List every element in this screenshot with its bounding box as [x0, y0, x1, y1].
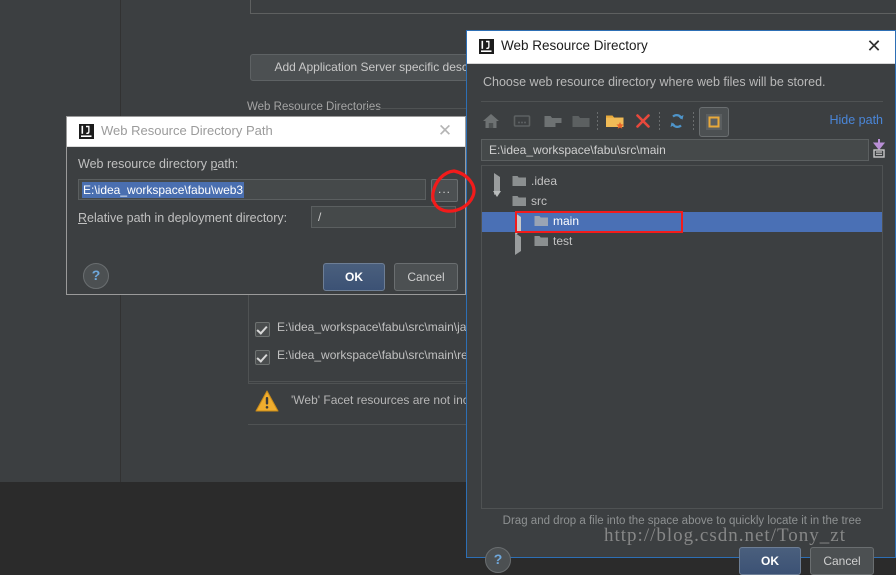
cancel-button[interactable]: Cancel	[810, 547, 874, 575]
dialog-description: Choose web resource directory where web …	[483, 75, 826, 89]
path-input-value: E:\idea_workspace\fabu\src\main	[489, 143, 666, 157]
browse-button[interactable]: ...	[431, 179, 458, 202]
delete-icon[interactable]	[631, 109, 655, 133]
show-hidden-files-icon[interactable]	[699, 107, 729, 137]
web-resource-directories-section-label: Web Resource Directories	[247, 101, 382, 113]
tree-node-main[interactable]: main	[482, 211, 882, 235]
warning-triangle-icon	[255, 390, 279, 412]
chevron-right-icon[interactable]	[494, 173, 503, 195]
red-highlight-annotation	[515, 211, 683, 233]
path-input[interactable]: E:\idea_workspace\fabu\src\main	[481, 139, 869, 161]
module-folder-icon	[569, 109, 593, 133]
tree-node-src[interactable]: src	[482, 191, 882, 212]
dialog-titlebar: Web Resource Directory Path ✕	[67, 117, 465, 147]
intellij-idea-icon	[479, 39, 494, 54]
row-checkbox-icon[interactable]	[255, 350, 270, 365]
help-button[interactable]: ?	[83, 263, 109, 289]
relative-path-input[interactable]: /	[311, 206, 456, 228]
tree-node-test[interactable]: test	[482, 232, 882, 255]
divider	[481, 101, 883, 102]
chevron-down-icon[interactable]	[493, 191, 502, 211]
watermark-text: http://blog.csdn.net/Tony_zt	[604, 525, 846, 546]
browse-label: ...	[437, 182, 451, 196]
ok-button[interactable]: OK	[739, 547, 801, 575]
web-resource-directory-dialog: Web Resource Directory ✕ Choose web reso…	[466, 30, 896, 575]
cancel-label: Cancel	[823, 554, 861, 568]
ok-label: OK	[345, 270, 363, 284]
dialog-title: Web Resource Directory Path	[101, 123, 273, 138]
ok-label: OK	[761, 554, 779, 568]
paste-from-clipboard-icon[interactable]	[871, 138, 887, 158]
toolbar-divider	[659, 112, 660, 130]
toolbar-divider	[597, 112, 598, 130]
tree-node-label: .idea	[531, 174, 558, 188]
toolbar-divider	[693, 112, 694, 130]
deployment-descriptors-box	[250, 0, 896, 14]
tree-node-idea[interactable]: .idea	[482, 172, 882, 195]
cancel-button[interactable]: Cancel	[394, 263, 458, 291]
folder-icon	[512, 175, 526, 187]
desktop-icon	[510, 109, 534, 133]
dialog-titlebar: Web Resource Directory ✕	[467, 31, 895, 64]
folder-icon	[512, 195, 526, 207]
ok-button[interactable]: OK	[323, 263, 385, 291]
tree-node-label: src	[531, 194, 547, 208]
path-input-value: E:\idea_workspace\fabu\web3	[82, 182, 245, 198]
help-button[interactable]: ?	[485, 547, 511, 573]
new-folder-icon[interactable]	[603, 109, 627, 133]
close-icon[interactable]: ✕	[863, 36, 885, 58]
list-item: E:\idea_workspace\fabu\src\main\java	[277, 320, 480, 334]
folder-icon	[534, 235, 548, 247]
project-folder-icon	[541, 109, 565, 133]
intellij-idea-icon	[79, 124, 94, 139]
home-icon[interactable]	[479, 109, 503, 133]
close-icon[interactable]: ✕	[435, 121, 455, 141]
web-resource-directory-path-label: Web resource directory path:	[78, 157, 239, 171]
directory-tree[interactable]: .idea src main test	[481, 165, 883, 509]
web-resource-directory-path-input[interactable]: E:\idea_workspace\fabu\web3	[78, 179, 426, 200]
file-chooser-toolbar: Hide path	[479, 107, 885, 137]
relative-path-value: /	[318, 210, 322, 224]
cancel-label: Cancel	[407, 270, 445, 284]
relative-path-label: Relative path in deployment directory:	[78, 211, 288, 225]
dialog-title: Web Resource Directory	[501, 38, 648, 53]
chevron-right-icon[interactable]	[515, 233, 524, 255]
refresh-icon[interactable]	[665, 109, 689, 133]
web-resource-directory-path-dialog: Web Resource Directory Path ✕ Web resour…	[66, 116, 466, 295]
tree-node-label: test	[553, 234, 573, 248]
hide-path-link[interactable]: Hide path	[829, 113, 883, 127]
row-checkbox-icon[interactable]	[255, 322, 270, 337]
